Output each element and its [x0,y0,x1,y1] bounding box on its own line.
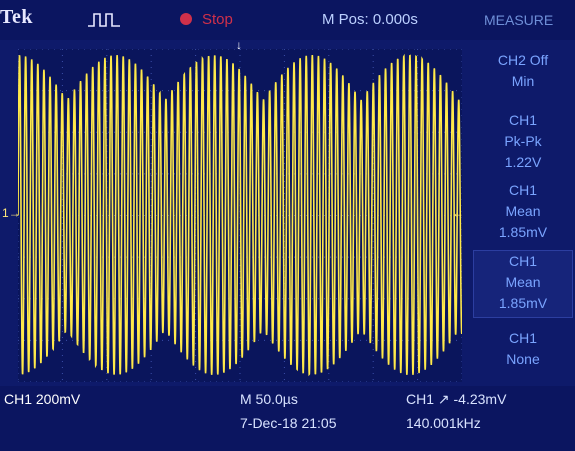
trigger-edge-icon [88,13,120,27]
ch1-vertical-scale: CH1 200mV [4,391,81,407]
run-state-label: Stop [202,11,233,28]
measure-type: None [506,351,540,367]
measure-slot-2[interactable]: CH1 Pk-Pk 1.22V [473,110,573,176]
measure-source: CH1 [508,182,537,198]
trigger-readout: CH1 ↗ -4.23mV [406,391,507,407]
top-status-bar: Tek Stop M Pos: 0.000s MEASURE [0,0,575,40]
menu-title: MEASURE [484,12,554,28]
waveform-graticule [18,49,462,382]
brand-logo: Tek [0,6,34,28]
measure-source: CH1 [508,330,537,346]
measure-type: Mean [505,274,541,290]
horizontal-position: M Pos: 0.000s [322,11,418,28]
measure-slot-4[interactable]: CH1 Mean 1.85mV [473,250,573,318]
trigger-frequency: 140.001kHz [406,415,481,431]
measure-slot-line: Min [511,73,535,89]
measure-value: 1.85mV [498,224,548,240]
measure-slot-3[interactable]: CH1 Mean 1.85mV [473,180,573,246]
measure-value: 1.85mV [498,295,548,311]
oscilloscope-screen: Tek Stop M Pos: 0.000s MEASURE ↓ 1→ ← CH… [0,0,575,451]
measure-slot-5[interactable]: CH1 None [473,328,573,378]
measure-value: 1.22V [504,154,542,170]
measure-slot-1[interactable]: CH2 Off Min [473,50,573,100]
run-stop-indicator-icon [180,13,192,25]
ch1-ground-marker-icon: 1→ [2,206,21,220]
measure-source: CH1 [508,112,537,128]
measure-type: Pk-Pk [504,133,542,149]
measure-slot-line: CH2 Off [497,52,549,68]
timebase-readout: M 50.0µs [240,391,298,407]
measure-source: CH1 [508,253,537,269]
bottom-status-bar: CH1 200mV M 50.0µs 7-Dec-18 21:05 CH1 ↗ … [0,386,575,451]
date-time: 7-Dec-18 21:05 [240,415,337,431]
measure-panel: CH2 Off Min CH1 Pk-Pk 1.22V CH1 Mean 1.8… [473,44,573,384]
measure-type: Mean [505,203,541,219]
trigger-level-marker-icon: ← [452,206,464,220]
waveform-display [18,49,462,382]
ch1-waveform-trace [18,53,462,377]
